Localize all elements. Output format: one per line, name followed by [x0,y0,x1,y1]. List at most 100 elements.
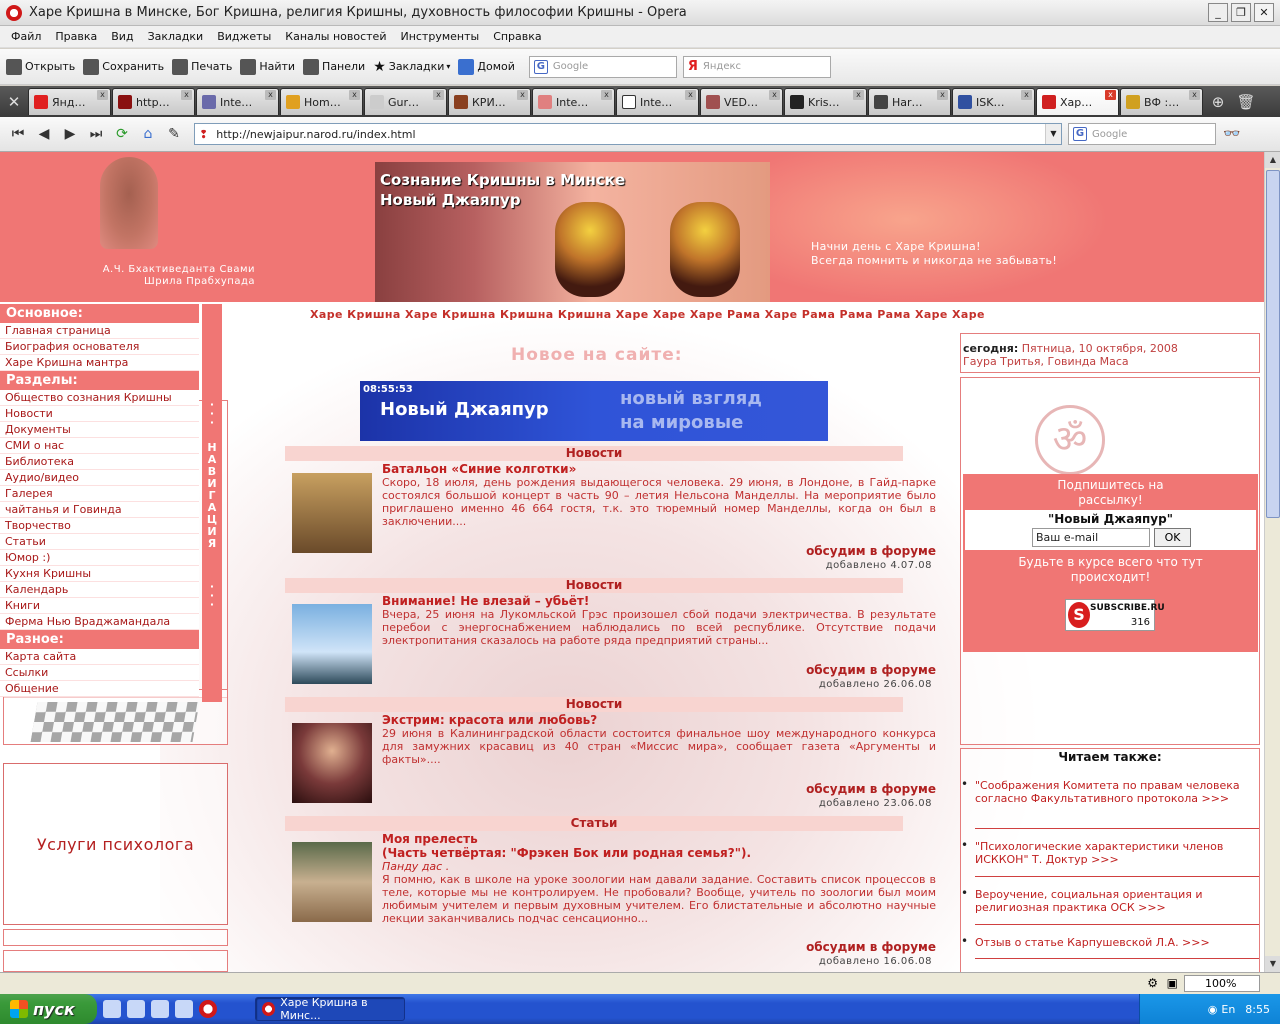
sidebar-item-media[interactable]: СМИ о нас [0,438,199,454]
tab-2[interactable]: http… x [112,88,195,115]
fast-forward-icon[interactable]: ⏭ [84,123,108,145]
news-banner[interactable]: 08:55:53 Новый Джаяпур новый взгляд на м… [360,381,828,441]
close-window-button[interactable]: ✕ [1254,3,1274,22]
ok-button[interactable]: OK [1154,528,1191,547]
tab-13-active[interactable]: Хар… x [1036,88,1119,115]
home-icon[interactable]: ⌂ [136,123,160,145]
tab-5[interactable]: Gur… x [364,88,447,115]
speed-dial-icon[interactable]: ⚙ [1147,976,1158,990]
sidebar-item-calendar[interactable]: Календарь [0,582,199,598]
scroll-up-icon[interactable]: ▲ [1265,152,1280,168]
read-also-link[interactable]: Вероучение, социальная ориентация и рели… [961,887,1259,914]
sidebar-item-kitchen[interactable]: Кухня Кришны [0,566,199,582]
tray-icon[interactable]: ◉ [1208,1003,1218,1016]
tab-close-icon[interactable]: x [181,90,192,100]
sidebar-item-sitemap[interactable]: Карта сайта [0,649,199,665]
quicklaunch-icon[interactable] [151,1000,169,1018]
camera-icon[interactable]: ▣ [1167,976,1178,990]
sidebar-item-farm[interactable]: Ферма Нью Враджамандала [0,614,199,630]
read-also-link[interactable]: "Соображения Комитета по правам человека… [961,778,1259,805]
tab-close-icon[interactable]: x [1105,90,1116,100]
navigation-strip[interactable]: · · · НАВИГАЦИЯ · · · [202,304,222,702]
scroll-thumb[interactable] [1266,170,1280,518]
sidebar-item-news[interactable]: Новости [0,406,199,422]
sidebar-item-library[interactable]: Библиотека [0,454,199,470]
tab-close-icon[interactable]: x [853,90,864,100]
forum-link[interactable]: обсудим в форуме [806,663,936,677]
tab-close-icon[interactable]: x [349,90,360,100]
quicklaunch-icon[interactable] [127,1000,145,1018]
forum-link[interactable]: обсудим в форуме [806,782,936,796]
open-button[interactable]: Открыть [6,58,75,75]
sidebar-item-society[interactable]: Общество сознания Кришны [0,390,199,406]
home-button[interactable]: Домой [458,58,515,75]
tab-10[interactable]: Kris… x [784,88,867,115]
print-button[interactable]: Печать [172,58,232,75]
tab-close-icon[interactable]: x [769,90,780,100]
window-titlebar[interactable]: Харе Кришна в Минске, Бог Кришна, религи… [0,0,1280,26]
article-image[interactable] [292,842,372,922]
reload-icon[interactable]: ⟳ [110,123,134,145]
ie-icon[interactable] [175,1000,193,1018]
find-button[interactable]: Найти [240,58,295,75]
tab-11[interactable]: Har… x [868,88,951,115]
menu-file[interactable]: Файл [4,30,48,43]
tab-close-icon[interactable]: x [97,90,108,100]
menu-view[interactable]: Вид [104,30,140,43]
back-icon[interactable]: ◀ [32,123,56,145]
bookmarks-button[interactable]: ★ Закладки ▾ [373,59,450,75]
article-title[interactable]: Моя прелесть [382,832,478,846]
yandex-search-input[interactable]: Я Яндекс [682,55,831,78]
tab-close-icon[interactable]: x [517,90,528,100]
chevron-down-icon[interactable]: ▼ [1045,124,1061,144]
read-also-link[interactable]: "Психологические характеристики членов И… [961,839,1259,866]
opera-icon[interactable] [199,1000,217,1018]
psychologist-ad[interactable]: Услуги психолога [3,763,228,925]
new-tab-icon[interactable]: ⊕ [1204,88,1232,116]
tools-icon[interactable]: ✕ [0,88,28,116]
minimize-button[interactable]: _ [1208,3,1228,22]
tab-close-icon[interactable]: x [937,90,948,100]
quicklaunch-icon[interactable] [103,1000,121,1018]
forum-link[interactable]: обсудим в форуме [806,940,936,954]
tab-14[interactable]: ВФ :… x [1120,88,1203,115]
article-title[interactable]: Батальон «Синие колготки» [382,462,576,476]
scroll-down-icon[interactable]: ▼ [1265,956,1280,972]
sidebar-item-biography[interactable]: Биография основателя [0,339,199,355]
sidebar-item-gallery[interactable]: Галерея [0,486,199,502]
read-also-link[interactable]: Отзыв о статье Карпушевской Л.А. >>> [961,935,1259,949]
page-search-input[interactable]: G Google [1068,123,1216,145]
menu-edit[interactable]: Правка [48,30,104,43]
language-tray[interactable]: En [1221,1003,1235,1016]
article-title[interactable]: Внимание! Не влезай – убьёт! [382,594,589,608]
article-image[interactable] [292,723,372,803]
tab-4[interactable]: Hom… x [280,88,363,115]
article-subtitle[interactable]: (Часть четвёртая: "Фрэкен Бок или родная… [382,846,751,860]
tab-1[interactable]: Янд… x [28,88,111,115]
menu-tools[interactable]: Инструменты [393,30,486,43]
tab-12[interactable]: ISK… x [952,88,1035,115]
sidebar-item-home[interactable]: Главная страница [0,323,199,339]
sidebar-item-mantra[interactable]: Харе Кришна мантра [0,355,199,371]
glasses-icon[interactable]: 👓 [1220,123,1244,145]
sidebar-item-chaitanya[interactable]: чайтанья и Говинда [0,502,199,518]
tab-7[interactable]: Inte… x [532,88,615,115]
article-image[interactable] [292,604,372,684]
tab-close-icon[interactable]: x [685,90,696,100]
sidebar-item-humor[interactable]: Юмор :) [0,550,199,566]
sidebar-item-links[interactable]: Ссылки [0,665,199,681]
address-input[interactable]: ❢ http://newjaipur.narod.ru/index.html ▼ [194,123,1062,145]
tab-9[interactable]: VED… x [700,88,783,115]
google-search-input[interactable]: G Google [528,55,677,78]
taskbar-opera-window[interactable]: Харе Кришна в Минс... [255,996,405,1022]
sidebar-item-books[interactable]: Книги [0,598,199,614]
subscribe-ru-badge[interactable]: S SUBSCRIBE.RU 316 [1065,599,1165,631]
forward-icon[interactable]: ▶ [58,123,82,145]
menu-bookmarks[interactable]: Закладки [141,30,211,43]
article-image[interactable] [292,473,372,553]
menu-widgets[interactable]: Виджеты [210,30,278,43]
menu-help[interactable]: Справка [486,30,548,43]
forum-link[interactable]: обсудим в форуме [806,544,936,558]
sidebar-item-chat[interactable]: Общение [0,681,199,697]
tab-close-icon[interactable]: x [433,90,444,100]
